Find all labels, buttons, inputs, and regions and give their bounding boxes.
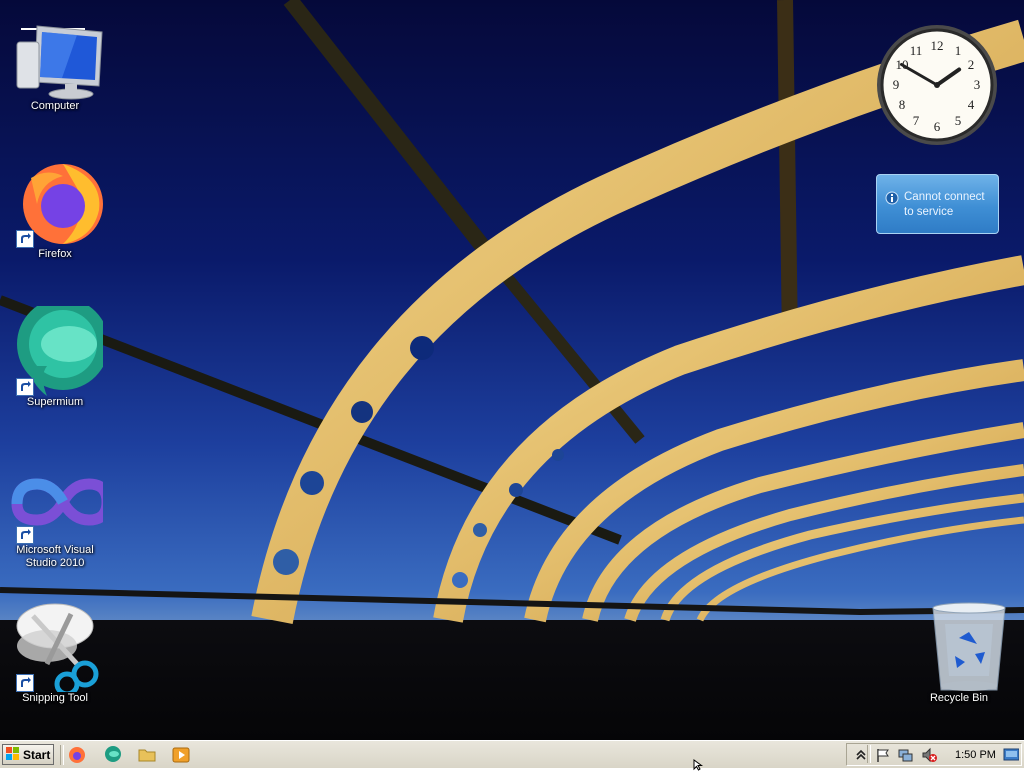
svg-text:5: 5 xyxy=(955,113,962,128)
start-button[interactable]: Start xyxy=(2,744,54,765)
desktop-icon-label: Supermium xyxy=(26,396,84,408)
windows-flag-icon xyxy=(6,747,19,760)
desktop-icon-label: Firefox xyxy=(38,248,72,260)
shortcut-arrow-icon xyxy=(16,230,34,248)
notification-area: 1:50 PM xyxy=(846,743,1022,766)
shortcut-arrow-icon xyxy=(16,674,34,692)
svg-text:9: 9 xyxy=(893,77,900,92)
quick-launch-firefox[interactable] xyxy=(66,745,88,765)
desktop-icon-snipping-tool[interactable]: Snipping Tool xyxy=(0,602,110,705)
taskbar-clock[interactable]: 1:50 PM xyxy=(955,749,996,761)
firefox-icon xyxy=(69,747,85,763)
svg-text:2: 2 xyxy=(968,57,975,72)
desktop-icon-label: Recycle Bin xyxy=(929,692,989,704)
desktop-icon-supermium[interactable]: Supermium xyxy=(0,298,110,409)
quick-launch-media-player[interactable] xyxy=(170,745,192,765)
shortcut-arrow-icon xyxy=(16,526,34,544)
quick-launch-supermium[interactable] xyxy=(102,745,124,765)
svg-text:7: 7 xyxy=(913,113,920,128)
svg-text:6: 6 xyxy=(934,119,941,134)
svg-text:11: 11 xyxy=(910,43,923,58)
shortcut-arrow-icon xyxy=(16,378,34,396)
taskbar: Start 1:50 PM xyxy=(0,740,1024,768)
svg-text:3: 3 xyxy=(974,77,981,92)
computer-monitor-icon xyxy=(16,25,103,100)
desktop-icon-label: Snipping Tool xyxy=(22,692,88,704)
action-center-flag-icon[interactable] xyxy=(875,747,891,763)
svg-text:12: 12 xyxy=(931,38,944,53)
analog-clock-face: 1212 345 678 91011 xyxy=(877,25,997,145)
desktop-icon-label: Computer xyxy=(30,100,80,112)
volume-muted-icon[interactable] xyxy=(921,747,937,763)
desktop-icon-recycle-bin[interactable]: Recycle Bin xyxy=(904,602,1014,705)
svg-text:4: 4 xyxy=(968,97,975,112)
weather-error-message: Cannot connect to service xyxy=(904,191,985,218)
desktop-icon-computer[interactable]: Computer xyxy=(0,22,110,113)
weather-gadget[interactable]: Cannot connect to service xyxy=(876,174,999,234)
taskbar-separator xyxy=(60,745,64,765)
recycle-bin-icon xyxy=(932,602,1006,691)
svg-text:1: 1 xyxy=(955,43,962,58)
desktop-icon-visual-studio[interactable]: Microsoft Visual Studio 2010 xyxy=(0,454,113,570)
show-desktop-icon[interactable] xyxy=(1003,746,1019,762)
clock-gadget[interactable]: 1212 345 678 91011 xyxy=(874,22,1000,148)
start-label: Start xyxy=(23,748,51,762)
folder-icon xyxy=(138,749,156,762)
desktop-background: Computer Firefox Supermium Microsoft Vis… xyxy=(0,0,1024,740)
svg-text:8: 8 xyxy=(899,97,906,112)
media-player-icon xyxy=(172,747,190,763)
quick-launch-explorer[interactable] xyxy=(136,745,158,765)
tray-separator xyxy=(867,745,871,763)
mouse-pointer-icon xyxy=(693,759,704,771)
wallpaper-bridge-image xyxy=(0,0,1024,624)
desktop-icon-firefox[interactable]: Firefox xyxy=(0,158,110,261)
network-icon[interactable] xyxy=(897,747,913,763)
desktop-icon-label: Microsoft Visual Studio 2010 xyxy=(16,544,94,569)
supermium-icon xyxy=(105,746,121,762)
info-icon xyxy=(885,191,899,205)
